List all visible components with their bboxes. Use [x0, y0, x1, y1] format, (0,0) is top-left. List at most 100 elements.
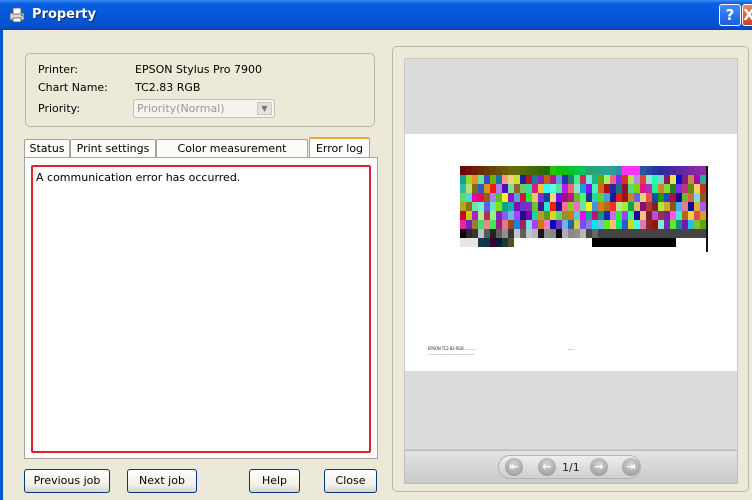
error-log-textarea[interactable]: A communication error has occurred.: [31, 165, 371, 453]
registration-bar: [706, 166, 708, 252]
color-patch: [622, 193, 628, 202]
color-patch: [592, 175, 598, 184]
next-page-icon[interactable]: →: [590, 458, 608, 476]
color-patch: [682, 229, 688, 238]
color-patch: [700, 202, 706, 211]
color-patch: [490, 211, 496, 220]
color-patch: [646, 166, 652, 175]
color-patch: [670, 193, 676, 202]
close-button[interactable]: Close: [324, 469, 377, 493]
color-patch: [688, 229, 694, 238]
color-patch: [580, 211, 586, 220]
color-patch: [694, 211, 700, 220]
priority-select[interactable]: Priority(Normal) ▼: [133, 99, 275, 118]
color-patch: [616, 220, 622, 229]
help-button[interactable]: Help: [249, 469, 300, 493]
color-patch: [520, 229, 526, 238]
color-patch: [580, 202, 586, 211]
job-info-panel: Printer: EPSON Stylus Pro 7900 Chart Nam…: [25, 53, 375, 127]
tab-print-settings[interactable]: Print settings: [70, 139, 156, 158]
color-chart-image: [460, 166, 708, 252]
color-patch: [460, 193, 466, 202]
color-patch: [514, 193, 520, 202]
color-patch: [694, 184, 700, 193]
color-patch: [670, 220, 676, 229]
color-patch: [664, 220, 670, 229]
color-patch: [688, 211, 694, 220]
color-patch: [616, 229, 622, 238]
color-patch: [616, 175, 622, 184]
color-patch: [694, 202, 700, 211]
color-patch: [676, 202, 682, 211]
color-patch: [610, 184, 616, 193]
color-patch: [538, 220, 544, 229]
color-patch: [622, 220, 628, 229]
color-patch: [598, 229, 604, 238]
color-patch: [676, 220, 682, 229]
color-patch: [568, 229, 574, 238]
color-patch: [616, 211, 622, 220]
previous-page-icon[interactable]: ←: [538, 458, 556, 476]
color-patch: [484, 184, 490, 193]
color-patch: [646, 211, 652, 220]
color-patch: [628, 193, 634, 202]
tab-status[interactable]: Status: [24, 139, 70, 158]
color-patch: [664, 166, 670, 175]
color-patch: [538, 238, 544, 247]
color-patch: [598, 193, 604, 202]
color-patch: [556, 229, 562, 238]
color-patch: [568, 238, 574, 247]
color-patch: [544, 211, 550, 220]
color-patch: [532, 193, 538, 202]
color-patch: [460, 202, 466, 211]
color-patch: [520, 175, 526, 184]
close-title-button[interactable]: X: [742, 4, 752, 26]
color-patch: [574, 229, 580, 238]
color-patch: [634, 211, 640, 220]
color-patch: [550, 238, 556, 247]
color-patch: [640, 238, 646, 247]
color-patch: [526, 229, 532, 238]
color-patch: [574, 175, 580, 184]
color-patch: [634, 166, 640, 175]
color-patch: [676, 238, 682, 247]
color-patch: [562, 220, 568, 229]
color-patch: [520, 202, 526, 211]
color-patch: [526, 202, 532, 211]
color-patch: [604, 238, 610, 247]
help-title-button[interactable]: ?: [719, 4, 741, 26]
color-patch: [478, 202, 484, 211]
color-patch: [610, 229, 616, 238]
color-patch: [466, 238, 472, 247]
tab-error-log[interactable]: Error log: [309, 137, 370, 159]
title-bar[interactable]: Property ? X: [0, 0, 752, 30]
color-patch: [664, 211, 670, 220]
color-patch: [652, 202, 658, 211]
color-patch: [538, 175, 544, 184]
tab-color-measurement-settings[interactable]: Color measurement settings: [156, 139, 308, 172]
color-patch: [568, 184, 574, 193]
color-patch: [532, 175, 538, 184]
dropdown-arrow-icon[interactable]: ▼: [257, 102, 272, 115]
color-patch: [610, 202, 616, 211]
color-patch: [514, 202, 520, 211]
color-patch: [514, 238, 520, 247]
previous-job-button[interactable]: Previous job: [24, 469, 110, 493]
color-patch: [616, 202, 622, 211]
color-patch: [658, 193, 664, 202]
color-patch: [484, 193, 490, 202]
color-patch: [502, 184, 508, 193]
error-log-text: A communication error has occurred.: [36, 171, 241, 184]
color-patch: [676, 175, 682, 184]
color-patch: [652, 193, 658, 202]
color-patch: [484, 229, 490, 238]
color-patch: [604, 202, 610, 211]
last-page-icon[interactable]: ⇥: [622, 458, 640, 476]
color-patch: [562, 202, 568, 211]
first-page-icon[interactable]: ⇤: [505, 458, 523, 476]
color-patch: [472, 202, 478, 211]
color-patch: [484, 175, 490, 184]
color-patch: [634, 175, 640, 184]
color-patch: [478, 229, 484, 238]
next-job-button[interactable]: Next job: [127, 469, 197, 493]
